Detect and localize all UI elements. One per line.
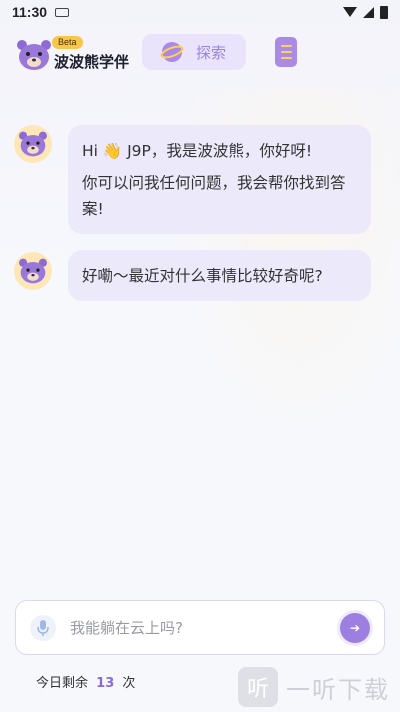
- bear-avatar-icon: [19, 258, 47, 284]
- quota-prefix: 今日剩余: [36, 676, 89, 691]
- battery-icon: [380, 5, 388, 19]
- app-header: Beta 波波熊学伴 探索: [0, 24, 400, 82]
- bear-avatar-icon: [19, 131, 47, 157]
- quota-suffix: 次: [122, 676, 136, 691]
- signal-icon: [363, 6, 374, 18]
- beta-badge: Beta: [52, 36, 83, 49]
- chat-input[interactable]: [70, 618, 340, 637]
- status-time: 11:30: [12, 4, 48, 20]
- planet-icon: [160, 42, 184, 62]
- chat-input-bar: ➔: [15, 600, 385, 655]
- send-button[interactable]: ➔: [340, 612, 370, 643]
- arrow-right-icon: ➔: [349, 620, 361, 635]
- bear-logo-icon: [17, 40, 51, 70]
- wifi-icon: [343, 7, 357, 17]
- message-line: 好嘞～最近对什么事情比较好奇呢?: [82, 267, 323, 285]
- explore-button[interactable]: 探索: [142, 34, 246, 70]
- menu-icon-line: [280, 57, 292, 59]
- daily-quota: 今日剩余 13 次: [36, 672, 135, 691]
- quota-count: 13: [96, 676, 115, 691]
- status-bar: 11:30: [0, 0, 400, 24]
- app-logo: Beta 波波熊学伴: [16, 36, 130, 76]
- watermark: 听 一听下载: [238, 662, 400, 712]
- watermark-text: 一听下载: [286, 675, 390, 704]
- message-line: 你可以问我任何问题，我会帮你找到答案!: [82, 174, 346, 218]
- menu-icon: [280, 45, 292, 47]
- bear-avatar: [14, 252, 52, 290]
- bot-message-bubble: Hi 👋 J9P，我是波波熊，你好呀! 你可以问我任何问题，我会帮你找到答案!: [68, 125, 371, 234]
- microphone-icon: [37, 619, 49, 636]
- voice-input-button[interactable]: [30, 614, 56, 641]
- app-name: 波波熊学伴: [54, 53, 130, 71]
- bear-avatar: [14, 125, 52, 163]
- keyboard-icon: [55, 7, 70, 17]
- explore-label: 探索: [196, 43, 227, 62]
- watermark-logo: 听: [238, 667, 278, 707]
- menu-icon-line: [280, 51, 292, 53]
- message-line: Hi 👋 J9P，我是波波熊，你好呀!: [82, 142, 313, 160]
- status-icons: [343, 5, 388, 19]
- bot-message-bubble: 好嘞～最近对什么事情比较好奇呢?: [68, 250, 371, 301]
- menu-button[interactable]: [275, 37, 297, 67]
